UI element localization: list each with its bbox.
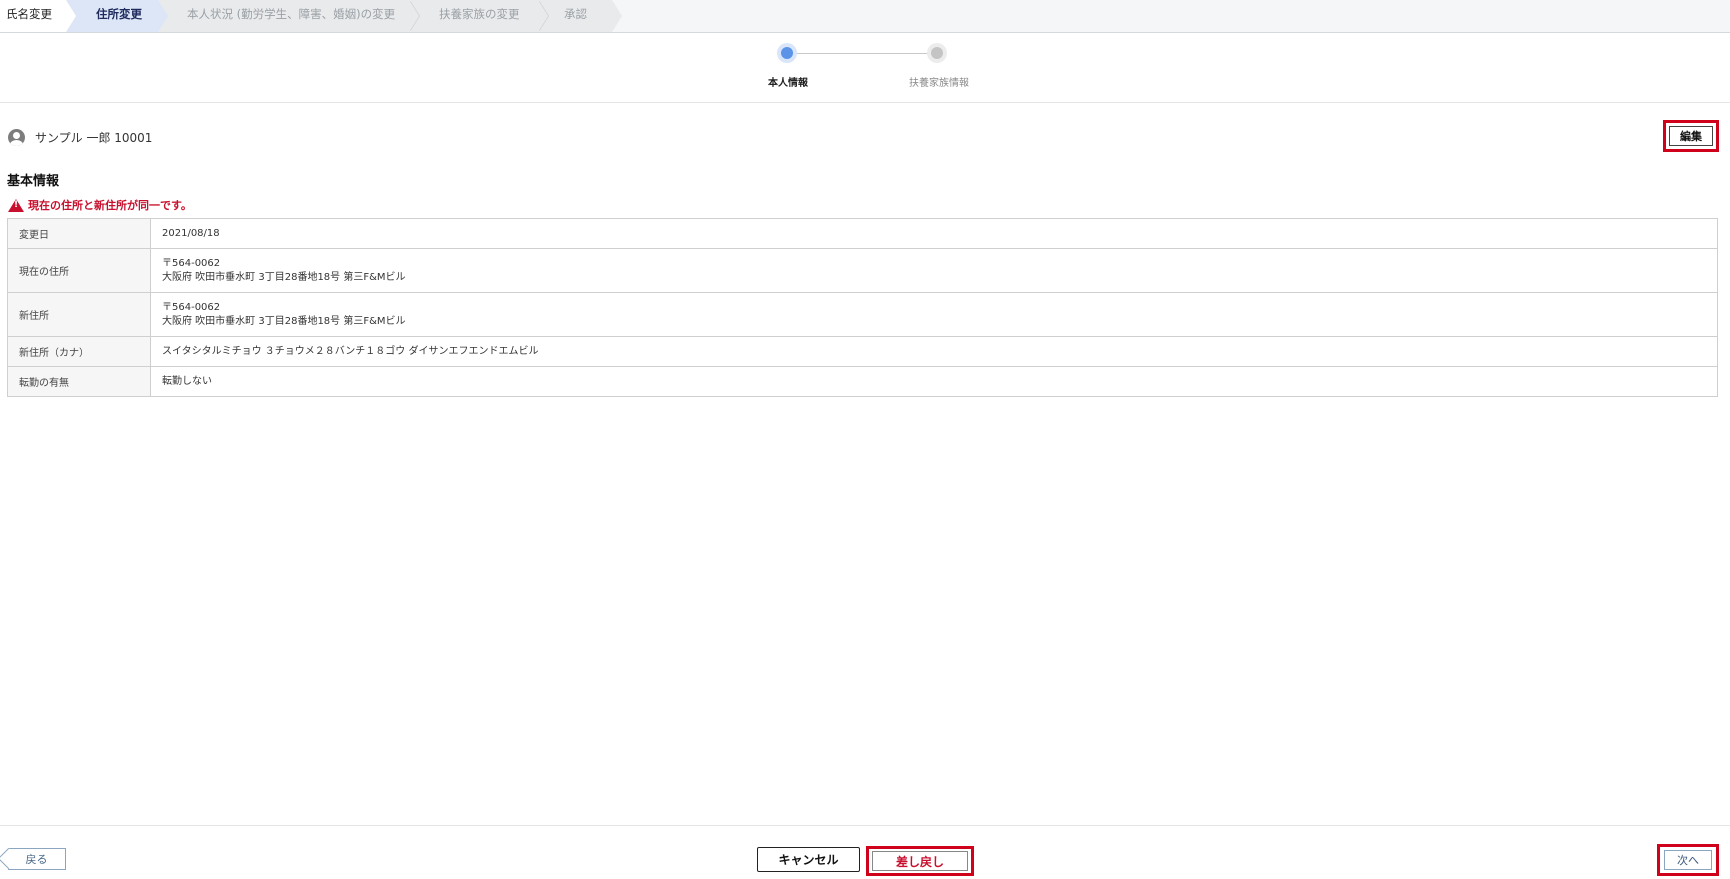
crumb-label: 承認 (564, 7, 587, 21)
row-value: 〒564-0062 大阪府 吹田市垂水町 3丁目28番地18号 第三F&Mビル (150, 292, 1718, 337)
step-indicator: 本人情報 扶養家族情報 (0, 32, 1730, 103)
crumb-separator (66, 0, 76, 32)
crumb-separator (158, 0, 168, 32)
step-connector (787, 53, 937, 54)
return-button-highlight[interactable]: 差し戻し (866, 846, 974, 876)
breadcrumb-wizard: 氏名変更 住所変更 本人状況 (勤労学生、障害、婚姻)の変更 扶養家族の変更 承… (0, 0, 1730, 33)
table-row: 変更日 2021/08/18 (7, 218, 1718, 249)
user-avatar-icon (8, 129, 25, 146)
crumb-separator (538, 0, 548, 32)
return-button[interactable]: 差し戻し (872, 851, 968, 871)
row-label: 新住所（カナ） (7, 336, 151, 367)
crumb-label: 本人状況 (勤労学生、障害、婚姻)の変更 (187, 7, 396, 21)
crumb-label: 氏名変更 (6, 7, 52, 21)
back-button[interactable]: 戻る (8, 848, 66, 870)
user-name: サンプル 一郎 10001 (35, 131, 153, 145)
row-value: スイタシタルミチョウ ３チョウメ２８バンチ１８ゴウ ダイサンエフエンドエムビル (150, 336, 1718, 367)
basic-info-table: 変更日 2021/08/18 現在の住所 〒564-0062 大阪府 吹田市垂水… (7, 218, 1718, 397)
warning-text: 現在の住所と新住所が同一です。 (28, 199, 192, 212)
crumb-label: 扶養家族の変更 (439, 7, 520, 21)
table-row: 現在の住所 〒564-0062 大阪府 吹田市垂水町 3丁目28番地18号 第三… (7, 248, 1718, 293)
crumb-dependents-change[interactable]: 扶養家族の変更 (411, 0, 539, 32)
row-value-line: 2021/08/18 (162, 227, 220, 239)
crumb-name-change[interactable]: 氏名変更 (0, 0, 66, 32)
step-dot-dependents-info (931, 47, 943, 59)
crumb-separator (409, 0, 419, 32)
crumb-approval[interactable]: 承認 (540, 0, 612, 32)
crumb-label: 住所変更 (96, 7, 142, 21)
crumb-personal-status-change[interactable]: 本人状況 (勤労学生、障害、婚姻)の変更 (158, 0, 410, 32)
row-value: 2021/08/18 (150, 218, 1718, 249)
cancel-button[interactable]: キャンセル (757, 847, 860, 872)
row-value: 転勤しない (150, 366, 1718, 397)
row-label: 変更日 (7, 218, 151, 249)
edit-button[interactable]: 編集 (1669, 126, 1713, 146)
warning-message: 現在の住所と新住所が同一です。 (8, 197, 192, 213)
next-button-highlight[interactable]: 次へ (1657, 844, 1719, 876)
back-button-label: 戻る (25, 853, 48, 866)
step-dot-personal-info (781, 47, 793, 59)
next-button[interactable]: 次へ (1664, 850, 1712, 870)
footer-bar: 戻る キャンセル 差し戻し 次へ (0, 825, 1730, 879)
table-row: 新住所 〒564-0062 大阪府 吹田市垂水町 3丁目28番地18号 第三F&… (7, 292, 1718, 337)
row-label: 転勤の有無 (7, 366, 151, 397)
crumb-separator (612, 0, 622, 32)
row-value-line: スイタシタルミチョウ ３チョウメ２８バンチ１８ゴウ ダイサンエフエンドエムビル (162, 345, 539, 357)
table-row: 新住所（カナ） スイタシタルミチョウ ３チョウメ２８バンチ１８ゴウ ダイサンエフ… (7, 336, 1718, 367)
row-value-line: 転勤しない (162, 375, 212, 387)
row-label: 新住所 (7, 292, 151, 337)
step-label-dependents-info: 扶養家族情報 (909, 78, 969, 89)
row-value-line: 大阪府 吹田市垂水町 3丁目28番地18号 第三F&Mビル (162, 271, 406, 283)
edit-button-highlight[interactable]: 編集 (1663, 120, 1719, 152)
row-value-line: 〒564-0062 (162, 301, 221, 313)
row-value: 〒564-0062 大阪府 吹田市垂水町 3丁目28番地18号 第三F&Mビル (150, 248, 1718, 293)
table-row: 転勤の有無 転勤しない (7, 366, 1718, 397)
row-value-line: 大阪府 吹田市垂水町 3丁目28番地18号 第三F&Mビル (162, 315, 406, 327)
section-title-basic-info: 基本情報 (7, 174, 60, 189)
warning-icon (8, 198, 24, 212)
row-label: 現在の住所 (7, 248, 151, 293)
crumb-address-change[interactable]: 住所変更 (66, 0, 158, 32)
step-label-personal-info: 本人情報 (768, 78, 808, 89)
row-value-line: 〒564-0062 (162, 257, 221, 269)
